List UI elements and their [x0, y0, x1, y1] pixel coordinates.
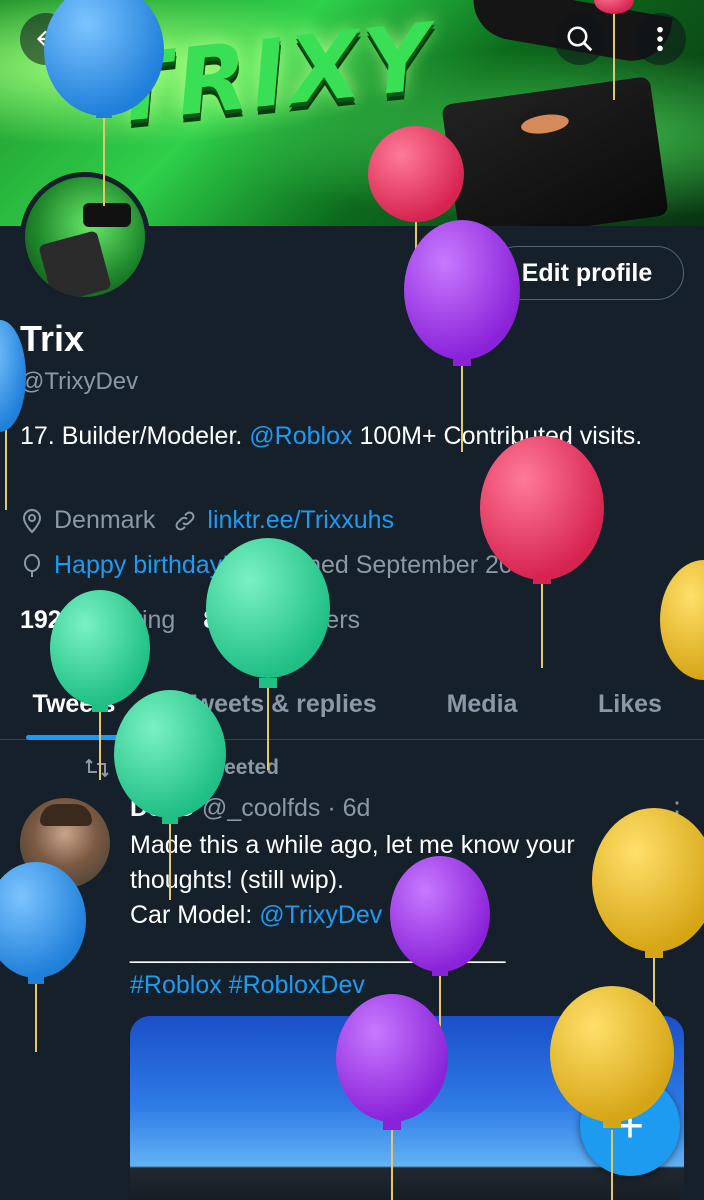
balloon-icon: [24, 553, 40, 577]
bio-text-end: 100M+ Contributed visits.: [352, 422, 643, 450]
following-count: 192: [20, 606, 62, 634]
tab-tweets-replies[interactable]: Tweets & replies: [168, 668, 390, 740]
retweet-icon: [85, 758, 109, 778]
retweet-indicator: You Retweeted: [84, 756, 279, 780]
profile-handle: @TrixyDev: [20, 368, 139, 395]
birthday-text[interactable]: Happy birthday!: [54, 551, 229, 580]
website[interactable]: linktr.ee/Trixxuhs: [173, 506, 394, 535]
retweet-label: You Retweeted: [130, 756, 279, 779]
profile-meta-row-2: Happy birthday! Joined September 2019: [20, 551, 553, 580]
website-link[interactable]: linktr.ee/Trixxuhs: [207, 506, 394, 535]
tweet-mention-link[interactable]: @TrixyDev: [259, 901, 382, 929]
more-button[interactable]: [634, 13, 686, 65]
tweet-hashtags[interactable]: #Roblox #RobloxDev: [130, 971, 365, 999]
search-button[interactable]: [554, 13, 606, 65]
location: Denmark: [20, 506, 155, 535]
tweet-line-2-suffix: (💜): [382, 901, 438, 929]
balloon-blue: [0, 862, 86, 1052]
profile-meta-row: Denmark linktr.ee/Trixxuhs: [20, 506, 406, 535]
profile-bio: 17. Builder/Modeler. @Roblox 100M+ Contr…: [20, 418, 660, 454]
tweet-divider: ___________________________: [130, 936, 506, 964]
calendar-icon: [243, 556, 264, 576]
tab-media[interactable]: Media: [432, 668, 532, 740]
arrow-left-icon: [36, 30, 55, 48]
tab-tweets[interactable]: Tweets: [20, 668, 128, 740]
banner-title: TRIXY: [105, 3, 441, 144]
following-link[interactable]: 192 Following: [20, 606, 175, 635]
followers-label: Followers: [253, 606, 361, 634]
tweet-more-icon[interactable]: ⋮: [664, 796, 690, 827]
tweet-author-name[interactable]: DevC: [130, 794, 194, 823]
follow-stats: 192 Following 853 Followers: [20, 606, 388, 635]
profile-avatar[interactable]: [20, 172, 150, 302]
link-icon: [175, 511, 195, 530]
edit-profile-button[interactable]: Edit profile: [490, 246, 684, 300]
banner-character-graphic: [441, 76, 669, 226]
followers-count: 853: [203, 606, 246, 634]
tweet-line-2-prefix: Car Model:: [130, 901, 260, 929]
birthday: Happy birthday!: [20, 551, 229, 580]
compose-tweet-button[interactable]: +: [580, 1076, 680, 1176]
more-vertical-icon: [657, 26, 663, 52]
joined-text: Joined September 2019: [275, 551, 541, 579]
profile-name: Trix: [20, 318, 85, 359]
location-text: Denmark: [54, 506, 156, 534]
search-icon: [567, 26, 593, 52]
bio-mention-link[interactable]: @Roblox: [249, 422, 352, 450]
tweet-line-1: Made this a while ago, let me know your …: [130, 831, 575, 894]
tweet-author-avatar[interactable]: [20, 798, 110, 888]
joined: Joined September 2019: [241, 551, 541, 580]
tweet-header: DevC @_coolfds · 6d: [130, 794, 370, 823]
profile-tabs: Tweets Tweets & replies Media Likes: [0, 668, 704, 740]
back-button[interactable]: [20, 13, 72, 65]
tweet-author-handle: @_coolfds · 6d: [201, 794, 371, 822]
following-label: Following: [69, 606, 176, 634]
followers-link[interactable]: 853 Followers: [203, 606, 360, 635]
location-pin-icon: [22, 508, 42, 533]
tweet-text: Made this a while ago, let me know your …: [130, 828, 670, 1003]
balloon-yellow: [660, 560, 704, 680]
bio-text: 17. Builder/Modeler.: [20, 422, 250, 450]
tab-likes[interactable]: Likes: [588, 668, 672, 740]
